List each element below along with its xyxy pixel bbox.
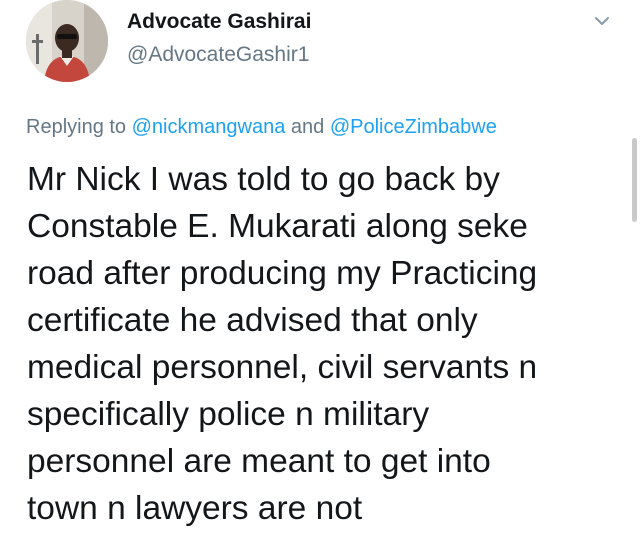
tweet-card: Advocate Gashirai @AdvocateGashir1 Reply… — [0, 0, 640, 557]
author-handle[interactable]: @AdvocateGashir1 — [127, 43, 309, 67]
tweet-text-line: personnel are meant to get into — [27, 443, 491, 480]
user-avatar-icon — [26, 0, 108, 82]
chevron-down-icon[interactable] — [591, 10, 613, 32]
tweet-text-line: specifically police n military — [27, 396, 430, 433]
tweet-text-line: town n lawyers are not — [27, 490, 363, 527]
tweet-text-line: road after producing my Practicing — [27, 255, 538, 292]
mention-link-policezimbabwe[interactable]: @PoliceZimbabwe — [330, 116, 497, 138]
tweet-text: Mr Nick I was told to go back by Constab… — [27, 156, 627, 532]
tweet-text-line: medical personnel, civil servants n — [27, 349, 538, 386]
mention-link-nickmangwana[interactable]: @nickmangwana — [132, 116, 286, 138]
scrollbar[interactable] — [632, 138, 637, 222]
avatar[interactable] — [26, 0, 108, 82]
tweet-text-line: certificate he advised that only — [27, 302, 478, 339]
tweet-text-line: Mr Nick I was told to go back by — [27, 161, 500, 198]
author-name[interactable]: Advocate Gashirai — [127, 10, 311, 34]
replying-prefix: Replying to — [26, 116, 132, 138]
replying-to: Replying to @nickmangwana and @PoliceZim… — [26, 116, 497, 139]
tweet-text-line: Constable E. Mukarati along seke — [27, 208, 528, 245]
replying-joiner: and — [285, 116, 330, 138]
